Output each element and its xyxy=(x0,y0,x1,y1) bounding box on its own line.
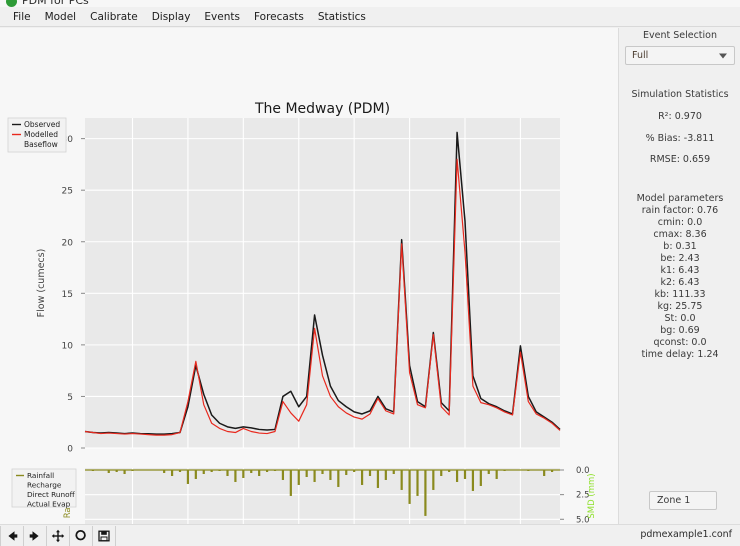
side-panel: Event Selection Full Simulation Statisti… xyxy=(618,28,740,524)
statistic-0: R²: 0.970 xyxy=(658,111,702,122)
menu-item-calibrate[interactable]: Calibrate xyxy=(83,9,145,25)
model-parameters-heading: Model parameters xyxy=(636,192,724,204)
parameter-8: kg: 25.75 xyxy=(657,301,703,312)
ytick-label-0: 0 xyxy=(67,445,73,455)
zone-value: Zone 1 xyxy=(657,495,691,506)
menu-item-display[interactable]: Display xyxy=(145,9,198,25)
forward-arrow-icon[interactable] xyxy=(24,526,47,546)
ytick-label-5: 5 xyxy=(67,393,73,403)
zone-dropdown[interactable]: Zone 1 xyxy=(649,491,717,510)
chart-title: The Medway (PDM) xyxy=(254,101,390,117)
menu-item-file[interactable]: File xyxy=(6,9,38,25)
event-selection-dropdown[interactable]: Full xyxy=(625,46,735,65)
parameter-10: bg: 0.69 xyxy=(660,325,700,336)
status-filename: pdmexample1.conf xyxy=(640,529,732,540)
parameter-7: kb: 111.33 xyxy=(654,289,706,300)
parameter-4: be: 2.43 xyxy=(660,253,700,264)
y-axis-label: Flow (cumecs) xyxy=(36,249,47,318)
parameter-2: cmax: 8.36 xyxy=(653,229,707,240)
parameter-9: St: 0.0 xyxy=(664,313,696,324)
rain-legend-label-recharge: Recharge xyxy=(27,481,62,490)
legend-label-baseflow: Baseflow xyxy=(24,140,58,149)
rain-legend-label-actual-evap: Actual Evap xyxy=(27,500,71,509)
parameter-11: qconst: 0.0 xyxy=(653,337,707,348)
ytick-label-20: 20 xyxy=(62,238,74,248)
application-window: PDM for PCs File Model Calibrate Display Eve… xyxy=(0,0,740,546)
plot-region[interactable]: 0 5 10 15 20 25 30 The Medway (PDM) Flow (cumecs… xyxy=(0,28,618,524)
simulation-statistics-heading: Simulation Statistics xyxy=(631,89,729,100)
matplotlib-figure[interactable]: 051015202530The Medway (PDM)Flow (cumecs… xyxy=(0,28,618,524)
ytick-label-15: 15 xyxy=(62,290,73,300)
smd-axis-label: SMD (mm) xyxy=(587,473,597,518)
bottom-toolbar: pdmexample1.conf xyxy=(0,524,740,546)
parameter-12: time delay: 1.24 xyxy=(641,349,719,360)
parameter-6: k2: 6.43 xyxy=(660,277,700,288)
event-selection-value: Full xyxy=(632,50,649,61)
back-arrow-icon[interactable] xyxy=(0,526,24,546)
save-floppy-icon[interactable] xyxy=(93,526,116,546)
pan-move-icon[interactable] xyxy=(47,526,70,546)
ytick-label-10: 10 xyxy=(62,341,74,351)
menu-item-forecasts[interactable]: Forecasts xyxy=(247,9,311,25)
chevron-down-icon xyxy=(719,53,727,58)
main-plot-background xyxy=(85,118,560,448)
app-icon xyxy=(6,0,17,7)
parameter-0: rain factor: 0.76 xyxy=(641,205,719,216)
rain-legend-label-direct-runoff: Direct Runoff xyxy=(27,490,76,499)
zoom-magnifier-icon[interactable] xyxy=(70,526,93,546)
statistic-2: RMSE: 0.659 xyxy=(649,154,711,165)
menu-item-model[interactable]: Model xyxy=(38,9,84,25)
parameters-list: rain factor: 0.76 cmin: 0.0 cmax: 8.36 b: 0… xyxy=(619,206,740,360)
parameter-3: b: 0.31 xyxy=(663,241,697,252)
menu-bar: File Model Calibrate Display Events Forecasts… xyxy=(0,7,740,27)
menu-item-events[interactable]: Events xyxy=(197,9,247,25)
menu-item-statistics[interactable]: Statistics xyxy=(311,9,373,25)
statistics-list: R²: 0.970 % Bias: -3.811 RMSE: 0.659 xyxy=(619,112,740,165)
legend-label-modelled: Modelled xyxy=(24,130,58,139)
legend-label-observed: Observed xyxy=(24,120,60,129)
rain-plot-background xyxy=(85,468,560,524)
parameter-1: cmin: 0.0 xyxy=(657,217,703,228)
event-selection-heading: Event Selection xyxy=(642,30,717,41)
rain-legend-label-rainfall: Rainfall xyxy=(27,471,54,480)
window-title: PDM for PCs xyxy=(22,0,89,7)
ytick-label-25: 25 xyxy=(62,187,73,197)
statistic-1: % Bias: -3.811 xyxy=(645,132,715,144)
parameter-5: k1: 6.43 xyxy=(660,265,700,276)
